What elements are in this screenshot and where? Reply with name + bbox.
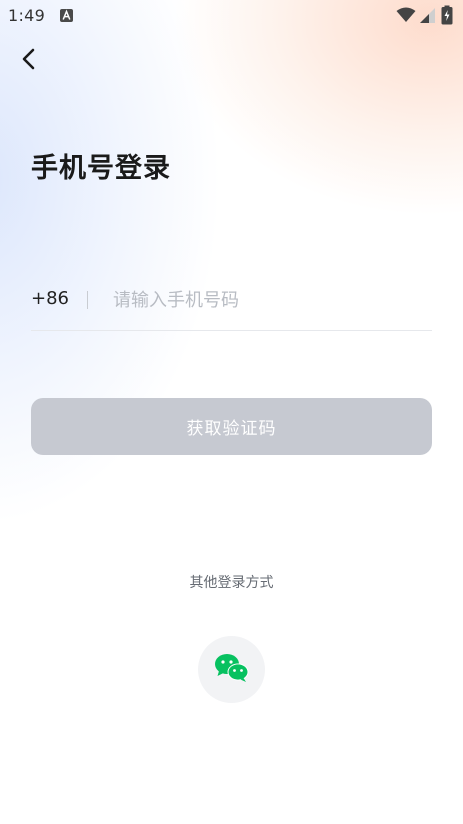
chevron-left-icon [16,48,44,78]
get-verification-code-label: 获取验证码 [186,419,277,439]
other-login-methods-label: 其他登录方式 [189,575,274,591]
wechat-icon [214,653,250,687]
country-code-selector[interactable]: +86 [31,288,69,309]
phone-number-input[interactable] [113,280,423,320]
battery-charging-icon [441,5,453,29]
signal-icon [419,7,436,28]
page-title: 手机号登录 [31,153,171,184]
a-notification-icon [60,9,73,22]
get-verification-code-button[interactable]: 获取验证码 [31,398,432,455]
wechat-login-button[interactable] [198,636,265,703]
phone-input-row: +86 [31,280,432,331]
wifi-icon [396,7,416,27]
status-time: 1:49 [8,6,46,25]
phone-field-divider [87,291,88,309]
status-bar: 1:49 [0,0,463,32]
back-button[interactable] [16,44,44,74]
